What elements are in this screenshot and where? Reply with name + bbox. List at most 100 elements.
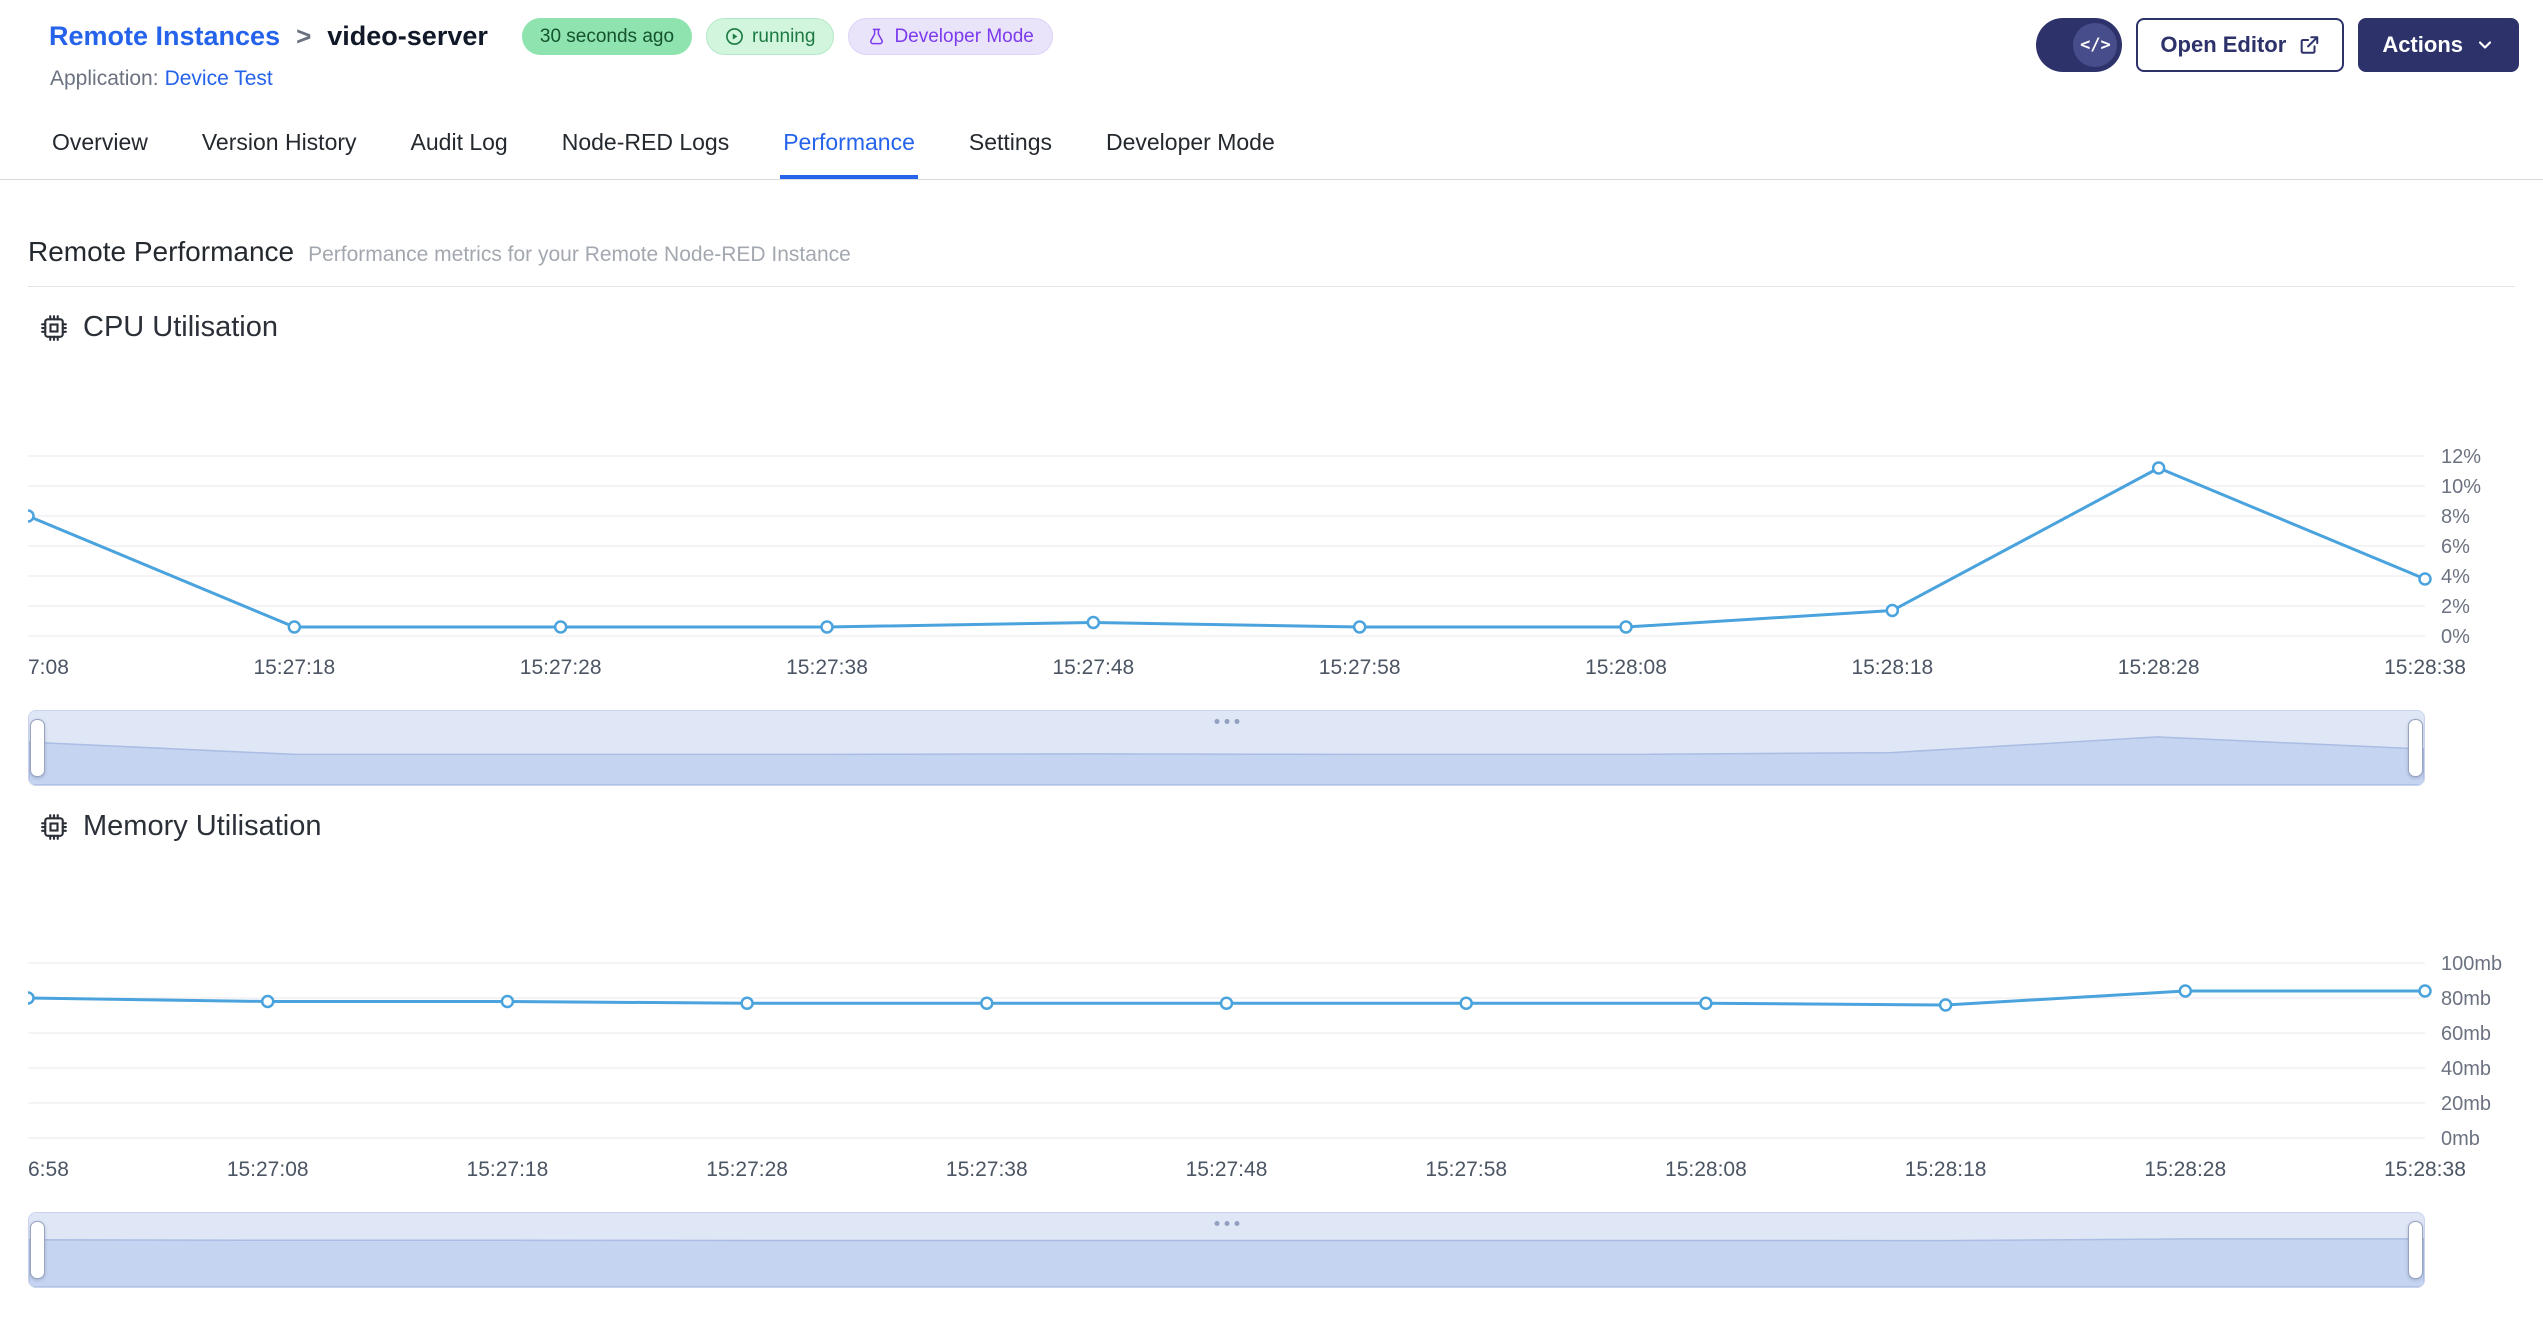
breadcrumb-separator: > (296, 21, 312, 51)
x-tick-label: 7:08 (28, 656, 69, 679)
y-tick-label: 40mb (2441, 1058, 2491, 1080)
play-circle-icon (726, 28, 743, 45)
x-tick-label: 15:27:08 (226, 1158, 309, 1181)
data-point (1219, 996, 1234, 1010)
data-point (287, 620, 302, 634)
x-tick-label: 15:27:38 (786, 656, 868, 679)
y-tick-label: 100mb (2441, 953, 2502, 975)
last-seen-badge: 30 seconds ago (521, 18, 693, 55)
cpu-chip-icon (41, 314, 67, 341)
flask-icon (870, 28, 884, 45)
x-tick-label: 15:27:48 (1185, 1158, 1268, 1181)
y-tick-label: 8% (2441, 506, 2470, 528)
memory-range-slider[interactable] (28, 1212, 2425, 1288)
x-tick-label: 15:28:08 (1665, 1158, 1747, 1181)
y-tick-label: 0mb (2441, 1128, 2480, 1150)
data-point (1699, 996, 1713, 1010)
actions-button[interactable]: Actions (2358, 18, 2519, 72)
data-point (2418, 984, 2432, 998)
y-tick-label: 2% (2441, 596, 2470, 618)
last-seen-label: 30 seconds ago (539, 25, 675, 47)
x-tick-label: 15:27:58 (1318, 656, 1401, 679)
developer-mode-badge: Developer Mode (848, 18, 1053, 55)
editor-availability-toggle[interactable]: </> (2036, 18, 2123, 72)
cpu-x-axis: 7:08 15:27:18 15:27:28 15:27:38 15:27:48 15:2… (28, 652, 2466, 684)
open-editor-button[interactable]: Open Editor (2136, 18, 2345, 72)
status-label: running (752, 25, 816, 47)
x-tick-label: 15:27:28 (519, 656, 602, 679)
x-tick-label: 15:28:28 (2144, 1158, 2227, 1181)
x-tick-label: 15:27:18 (253, 656, 336, 679)
cpu-range-slider[interactable] (28, 710, 2425, 786)
y-tick-label: 12% (2441, 446, 2481, 468)
data-point (1459, 996, 1473, 1010)
tab-developer-mode[interactable]: Developer Mode (1103, 115, 1278, 179)
x-tick-label: 15:28:18 (1851, 656, 1934, 679)
cpu-chart: 12% 10% 8% 6% 4% 2% 0% 7:08 15:27:18 15:27:28 15:2… (28, 344, 2515, 684)
data-point (2151, 461, 2166, 475)
y-tick-label: 60mb (2441, 1023, 2491, 1045)
x-tick-label: 15:27:28 (706, 1158, 788, 1181)
application-row: Application: Device Test (49, 67, 1053, 91)
data-point (2178, 984, 2193, 998)
open-editor-label: Open Editor (2160, 32, 2287, 57)
data-point (740, 996, 754, 1010)
memory-chart: 100mb 80mb 60mb 40mb 20mb 0mb 6:58 15:27:08 15:2… (28, 843, 2515, 1186)
y-tick-label: 80mb (2441, 988, 2491, 1010)
range-handle-left[interactable] (30, 1221, 45, 1279)
tab-node-red-logs[interactable]: Node-RED Logs (559, 115, 732, 179)
application-label: Application: (50, 67, 159, 90)
page-subtitle: Performance metrics for your Remote Node… (308, 243, 851, 266)
data-point (980, 996, 994, 1010)
actions-label: Actions (2382, 32, 2463, 57)
data-point (500, 994, 515, 1009)
data-point (1086, 615, 1101, 630)
range-handle-right[interactable] (2408, 719, 2423, 777)
memory-section: Memory Utilisation 100mb 80mb 60mb 40mb 20mb… (28, 810, 2515, 1288)
tab-overview[interactable]: Overview (49, 115, 151, 179)
data-point (820, 620, 834, 634)
x-tick-label: 15:28:38 (2384, 1158, 2466, 1181)
breadcrumb-parent[interactable]: Remote Instances (49, 21, 280, 52)
x-tick-label: 15:27:58 (1425, 1158, 1508, 1181)
y-tick-label: 0% (2441, 626, 2470, 648)
x-tick-label: 15:28:18 (1904, 1158, 1987, 1181)
y-tick-label: 4% (2441, 566, 2470, 588)
data-point (1938, 998, 1953, 1012)
application-link[interactable]: Device Test (165, 67, 273, 90)
header-actions: </> Open Editor Actions (2036, 18, 2519, 72)
range-handle-right[interactable] (2408, 1221, 2423, 1279)
divider (28, 286, 2515, 287)
y-tick-label: 6% (2441, 536, 2470, 558)
x-tick-label: 6:58 (28, 1158, 69, 1181)
data-point (1352, 620, 1367, 634)
data-point (260, 994, 275, 1009)
data-point (28, 509, 35, 523)
data-point (1619, 620, 1633, 634)
x-tick-label: 15:27:18 (466, 1158, 549, 1181)
tab-version-history[interactable]: Version History (199, 115, 360, 179)
x-tick-label: 15:28:38 (2384, 656, 2466, 679)
cpu-section-title: CPU Utilisation (83, 311, 278, 343)
breadcrumb-current: video-server (327, 21, 488, 51)
code-icon: </> (2073, 23, 2118, 67)
tab-performance[interactable]: Performance (780, 115, 918, 179)
range-grip[interactable] (1214, 719, 1239, 724)
external-link-icon (2300, 36, 2319, 54)
page-title: Remote Performance (28, 236, 295, 267)
memory-section-title: Memory Utilisation (83, 810, 322, 842)
data-point (2418, 572, 2432, 586)
main-content: Remote Performance Performance metrics f… (0, 236, 2543, 1288)
breadcrumb: Remote Instances > video-server 30 secon… (49, 18, 1053, 55)
tab-audit-log[interactable]: Audit Log (408, 115, 511, 179)
x-tick-label: 15:28:28 (2117, 656, 2200, 679)
x-tick-label: 15:27:38 (945, 1158, 1028, 1181)
x-tick-label: 15:27:48 (1052, 656, 1135, 679)
memory-chip-icon (41, 813, 67, 840)
range-handle-left[interactable] (30, 719, 45, 777)
range-grip[interactable] (1214, 1221, 1239, 1226)
tab-settings[interactable]: Settings (966, 115, 1055, 179)
memory-plot: 100mb 80mb 60mb 40mb 20mb 0mb (28, 953, 2502, 1150)
developer-mode-label: Developer Mode (894, 25, 1034, 47)
instance-tabs: Overview Version History Audit Log Node-RED… (0, 115, 2543, 180)
